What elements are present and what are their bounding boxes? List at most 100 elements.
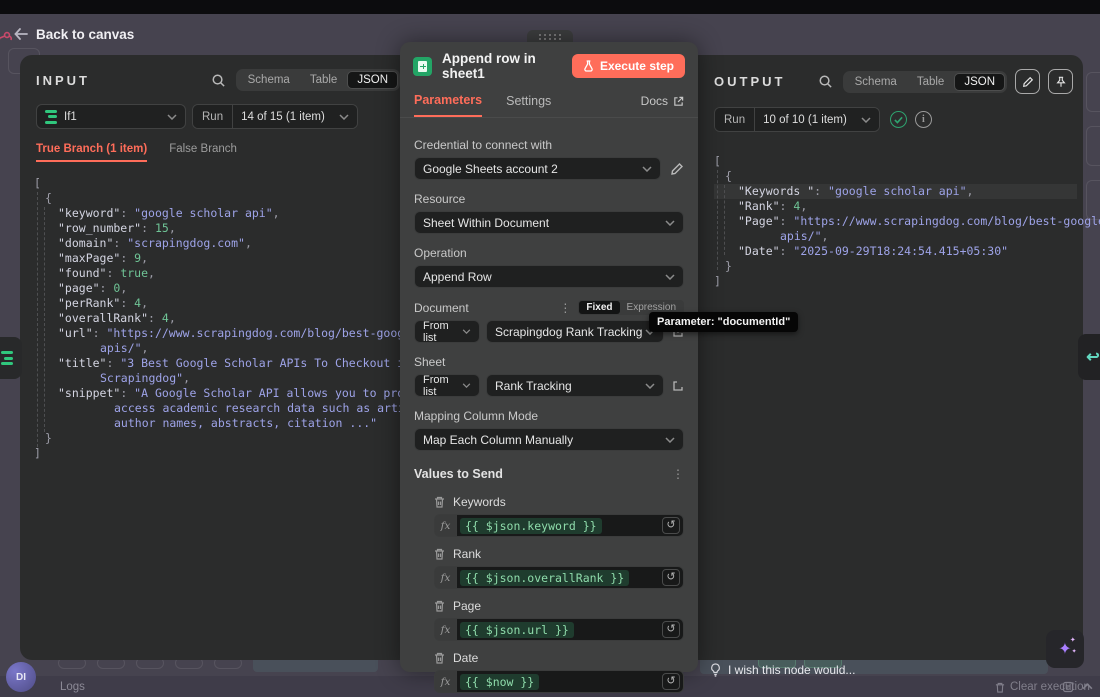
- info-icon[interactable]: i: [915, 111, 932, 128]
- document-mode-select[interactable]: From list: [414, 320, 480, 343]
- sheet-mode-select[interactable]: From list: [414, 374, 480, 397]
- chevron-down-icon: [642, 166, 652, 172]
- options-menu-icon[interactable]: ⋮: [559, 301, 571, 315]
- pin-data-button[interactable]: [1048, 69, 1073, 94]
- input-node-selector[interactable]: If1: [36, 104, 186, 129]
- tab-json[interactable]: JSON: [347, 71, 398, 89]
- fx-indicator: fx: [434, 566, 456, 589]
- reset-value-icon[interactable]: ↺: [662, 621, 680, 638]
- canvas-node-ghost: [1086, 72, 1100, 112]
- output-node-chip[interactable]: ↩: [1078, 334, 1100, 380]
- output-json-view[interactable]: [{"Keywords ": "google scholar api","Ran…: [698, 150, 1083, 289]
- tab-schema[interactable]: Schema: [238, 71, 300, 89]
- back-to-canvas-label[interactable]: Back to canvas: [36, 27, 134, 42]
- delete-column-icon[interactable]: [434, 600, 445, 612]
- search-icon[interactable]: [211, 73, 226, 88]
- tab-settings[interactable]: Settings: [506, 94, 551, 116]
- options-menu-icon[interactable]: ⋮: [672, 467, 684, 481]
- node-title: Append row in sheet1: [442, 51, 572, 81]
- indent-guide: [37, 192, 38, 447]
- back-arrow-icon[interactable]: [14, 28, 28, 40]
- if-node-icon: [1, 351, 13, 365]
- open-sheet-icon[interactable]: [672, 380, 684, 392]
- document-select[interactable]: Scrapingdog Rank Tracking: [486, 320, 664, 343]
- toggle-fixed[interactable]: Fixed: [579, 301, 619, 314]
- clear-execution-button[interactable]: Clear execution: [995, 681, 1090, 693]
- search-icon[interactable]: [818, 74, 833, 89]
- indent-guide: [44, 207, 45, 432]
- ai-assistant-button[interactable]: ✦✦✦: [1046, 630, 1084, 668]
- chevron-down-icon: [462, 383, 471, 388]
- reset-value-icon[interactable]: ↺: [662, 569, 680, 586]
- fx-indicator: fx: [434, 514, 456, 537]
- run-label: Run: [193, 105, 233, 128]
- expression-input-keywords[interactable]: {{ $json.keyword }} ↺: [456, 514, 684, 537]
- reset-value-icon[interactable]: ↺: [662, 673, 680, 690]
- success-check-icon: [890, 111, 907, 128]
- logs-label[interactable]: Logs: [60, 681, 85, 693]
- delete-column-icon[interactable]: [434, 548, 445, 560]
- external-link-icon: [673, 96, 684, 107]
- tab-table[interactable]: Table: [907, 73, 955, 91]
- operation-select[interactable]: Append Row: [414, 265, 684, 288]
- value-row-page: Page fx {{ $json.url }} ↺: [434, 599, 684, 641]
- input-panel: INPUT Schema Table JSON If1 Run 14 of 1: [20, 55, 410, 660]
- collapse-chevron-icon[interactable]: [1082, 683, 1093, 690]
- branch-tabs: True Branch (1 item) False Branch: [20, 129, 410, 162]
- chevron-down-icon: [861, 117, 871, 123]
- tab-schema[interactable]: Schema: [845, 73, 907, 91]
- chat-panel-icon[interactable]: [1062, 681, 1074, 693]
- google-sheets-icon: [413, 57, 432, 76]
- trash-icon: [995, 682, 1005, 693]
- chevron-down-icon: [645, 383, 655, 389]
- node-feedback-prompt[interactable]: I wish this node would...: [710, 663, 855, 677]
- run-value: 10 of 10 (1 item): [763, 114, 847, 126]
- tab-parameters[interactable]: Parameters: [414, 93, 482, 117]
- return-arrow-icon: ↩: [1086, 347, 1099, 367]
- edit-output-button[interactable]: [1015, 69, 1040, 94]
- expression-input-date[interactable]: {{ $now }} ↺: [456, 670, 684, 693]
- chevron-down-icon: [665, 220, 675, 226]
- mapping-mode-select[interactable]: Map Each Column Manually: [414, 428, 684, 451]
- chevron-down-icon: [462, 329, 471, 334]
- resource-select[interactable]: Sheet Within Document: [414, 211, 684, 234]
- node-settings-panel: Append row in sheet1 Execute step Parame…: [400, 42, 698, 672]
- output-view-tabs: Schema Table JSON: [843, 71, 1007, 93]
- document-label: Document: [414, 301, 469, 315]
- if-node-icon: [45, 110, 57, 124]
- tab-table[interactable]: Table: [300, 71, 348, 89]
- tab-false-branch[interactable]: False Branch: [169, 143, 237, 162]
- input-node-name: If1: [64, 111, 77, 123]
- window-top-strip: [0, 0, 1100, 14]
- fx-indicator: fx: [434, 670, 456, 693]
- n8n-node-detail-view: Back to canvas INPUT Schema Table JSON: [0, 0, 1100, 697]
- delete-column-icon[interactable]: [434, 652, 445, 664]
- expression-input-page[interactable]: {{ $json.url }} ↺: [456, 618, 684, 641]
- output-run-selector[interactable]: Run 10 of 10 (1 item): [714, 107, 880, 132]
- avatar[interactable]: DI: [6, 662, 36, 692]
- sheet-select[interactable]: Rank Tracking: [486, 374, 664, 397]
- sheet-label: Sheet: [414, 355, 684, 369]
- sparkles-icon: ✦✦✦: [1058, 639, 1071, 659]
- indent-guide: [724, 185, 725, 255]
- tab-json[interactable]: JSON: [954, 73, 1005, 91]
- credential-label: Credential to connect with: [414, 138, 684, 152]
- input-json-view[interactable]: [{"keyword": "google scholar api","row_n…: [20, 172, 410, 461]
- docs-link[interactable]: Docs: [641, 94, 684, 116]
- resource-label: Resource: [414, 192, 684, 206]
- input-run-selector[interactable]: Run 14 of 15 (1 item): [192, 104, 358, 129]
- lightbulb-icon: [710, 663, 721, 677]
- run-label: Run: [715, 108, 755, 131]
- n8n-logo-partial: [0, 26, 16, 48]
- reset-value-icon[interactable]: ↺: [662, 517, 680, 534]
- delete-column-icon[interactable]: [434, 496, 445, 508]
- operation-label: Operation: [414, 246, 684, 260]
- tab-true-branch[interactable]: True Branch (1 item): [36, 143, 147, 162]
- canvas-node-ghost: [1086, 126, 1100, 166]
- expression-input-rank[interactable]: {{ $json.overallRank }} ↺: [456, 566, 684, 589]
- edit-credential-icon[interactable]: [670, 162, 684, 176]
- input-view-tabs: Schema Table JSON: [236, 69, 400, 91]
- credential-select[interactable]: Google Sheets account 2: [414, 157, 661, 180]
- input-node-chip-if[interactable]: [0, 337, 22, 379]
- execute-step-button[interactable]: Execute step: [572, 54, 685, 78]
